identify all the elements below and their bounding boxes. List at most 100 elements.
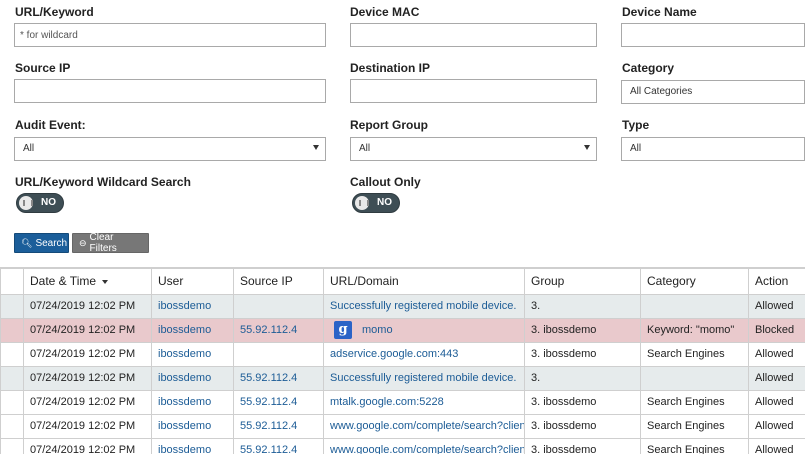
category-label: Category <box>622 61 675 75</box>
cell-source-ip[interactable]: 55.92.112.4 <box>233 365 324 391</box>
results-table: Date & Time User Source IP URL/Domain Gr… <box>0 267 805 454</box>
cell-source-ip[interactable]: 55.92.112.4 <box>233 389 324 415</box>
source-ip-label: Source IP <box>15 61 71 75</box>
device-mac-label: Device MAC <box>350 5 420 19</box>
table-row[interactable]: 07/24/2019 12:02 PM ibossdemo 55.92.112.… <box>0 317 805 343</box>
table-row[interactable]: 07/24/2019 12:02 PM ibossdemo 55.92.112.… <box>0 365 805 391</box>
cell-date: 07/24/2019 12:02 PM <box>23 365 152 391</box>
cell-url[interactable]: Successfully registered mobile device. <box>323 365 525 391</box>
sort-down-icon <box>102 280 109 285</box>
table-row[interactable]: 07/24/2019 12:02 PM ibossdemo 55.92.112.… <box>0 389 805 415</box>
cell-user[interactable]: ibossdemo <box>151 317 234 343</box>
cell-url[interactable]: g momo <box>323 317 525 343</box>
category-selected-value: All Categories <box>630 86 693 97</box>
cell-url[interactable]: www.google.com/complete/search?client <box>323 437 525 454</box>
header-url-domain[interactable]: URL/Domain <box>323 267 525 295</box>
cell-group: 3. ibossdemo <box>524 317 641 343</box>
cell-date: 07/24/2019 12:02 PM <box>23 413 152 439</box>
cell-user[interactable]: ibossdemo <box>151 365 234 391</box>
cell-category <box>640 365 749 391</box>
report-group-label: Report Group <box>350 118 428 132</box>
chevron-down-icon <box>584 145 590 150</box>
chevron-down-icon <box>313 145 319 150</box>
type-selected-value: All <box>630 143 642 154</box>
type-label: Type <box>622 118 650 132</box>
destination-ip-label: Destination IP <box>350 61 431 75</box>
table-row[interactable]: 07/24/2019 12:02 PM ibossdemo 55.92.112.… <box>0 437 805 454</box>
cell-url[interactable]: Successfully registered mobile device. <box>323 293 525 319</box>
cell-date: 07/24/2019 12:02 PM <box>23 317 152 343</box>
cell-source-ip[interactable] <box>233 341 324 367</box>
cell-category: Search Engines <box>640 389 749 415</box>
audit-event-select[interactable]: All <box>14 137 326 161</box>
callout-only-toggle[interactable]: NO <box>352 193 400 213</box>
cell-action: Blocked <box>748 317 805 343</box>
cell-group: 3. ibossdemo <box>524 389 641 415</box>
cell-action: Allowed <box>748 365 805 391</box>
cell-user[interactable]: ibossdemo <box>151 437 234 454</box>
category-select[interactable]: All Categories <box>621 80 805 104</box>
url-keyword-label: URL/Keyword <box>15 5 94 19</box>
cell-date: 07/24/2019 12:02 PM <box>23 437 152 454</box>
cell-url[interactable]: www.google.com/complete/search?client <box>323 413 525 439</box>
cell-category: Search Engines <box>640 413 749 439</box>
cell-group: 3. ibossdemo <box>524 341 641 367</box>
cell-category: Keyword: "momo" <box>640 317 749 343</box>
header-user[interactable]: User <box>151 267 234 295</box>
toggle-knob-icon <box>19 196 33 210</box>
cell-source-ip[interactable] <box>233 293 324 319</box>
cell-group: 3. ibossdemo <box>524 413 641 439</box>
cell-action: Allowed <box>748 293 805 319</box>
table-row[interactable]: 07/24/2019 12:02 PM ibossdemo 55.92.112.… <box>0 413 805 439</box>
header-row-number <box>0 267 24 295</box>
report-group-selected-value: All <box>359 143 371 154</box>
header-category[interactable]: Category <box>640 267 749 295</box>
header-group[interactable]: Group <box>524 267 641 295</box>
cell-source-ip[interactable]: 55.92.112.4 <box>233 413 324 439</box>
destination-ip-input[interactable] <box>350 79 597 103</box>
cell-url[interactable]: adservice.google.com:443 <box>323 341 525 367</box>
search-button-label: Search <box>35 237 68 249</box>
cell-category: Search Engines <box>640 341 749 367</box>
wildcard-search-toggle[interactable]: NO <box>16 193 64 213</box>
cell-group: 3. <box>524 365 641 391</box>
clear-filters-button[interactable]: ⊖ Clear Filters <box>72 232 149 254</box>
header-action[interactable]: Action <box>748 267 805 295</box>
header-source-ip[interactable]: Source IP <box>233 267 324 295</box>
callout-only-state: NO <box>377 197 392 208</box>
type-select[interactable]: All <box>621 137 805 161</box>
cell-user[interactable]: ibossdemo <box>151 293 234 319</box>
device-name-label: Device Name <box>622 5 697 19</box>
cell-date: 07/24/2019 12:02 PM <box>23 341 152 367</box>
table-row[interactable]: 07/24/2019 12:02 PM ibossdemo Successful… <box>0 293 805 319</box>
cell-user[interactable]: ibossdemo <box>151 413 234 439</box>
cell-group: 3. ibossdemo <box>524 437 641 454</box>
search-button[interactable]: 🔍︎ Search <box>14 233 69 253</box>
table-row[interactable]: 07/24/2019 12:02 PM ibossdemo adservice.… <box>0 341 805 367</box>
clear-filters-button-label: Clear Filters <box>89 232 117 254</box>
cell-group: 3. <box>524 293 641 319</box>
wildcard-search-state: NO <box>41 197 56 208</box>
device-name-input[interactable] <box>621 23 805 47</box>
google-icon: g <box>334 321 352 339</box>
url-keyword-input[interactable] <box>14 23 326 47</box>
header-date-time[interactable]: Date & Time <box>23 267 152 295</box>
wildcard-search-label: URL/Keyword Wildcard Search <box>15 175 191 189</box>
cell-date: 07/24/2019 12:02 PM <box>23 389 152 415</box>
cell-action: Allowed <box>748 341 805 367</box>
toggle-knob-icon <box>355 196 369 210</box>
device-mac-input[interactable] <box>350 23 597 47</box>
audit-event-label: Audit Event: <box>15 118 86 132</box>
audit-event-selected-value: All <box>23 143 35 154</box>
cell-action: Allowed <box>748 413 805 439</box>
cell-category: Search Engines <box>640 437 749 454</box>
cell-url[interactable]: mtalk.google.com:5228 <box>323 389 525 415</box>
cell-user[interactable]: ibossdemo <box>151 389 234 415</box>
cell-source-ip[interactable]: 55.92.112.4 <box>233 437 324 454</box>
source-ip-input[interactable] <box>14 79 326 103</box>
report-group-select[interactable]: All <box>350 137 597 161</box>
minus-circle-icon: ⊖ <box>79 237 87 248</box>
cell-source-ip[interactable]: 55.92.112.4 <box>233 317 324 343</box>
search-icon: 🔍︎ <box>21 237 33 248</box>
cell-user[interactable]: ibossdemo <box>151 341 234 367</box>
